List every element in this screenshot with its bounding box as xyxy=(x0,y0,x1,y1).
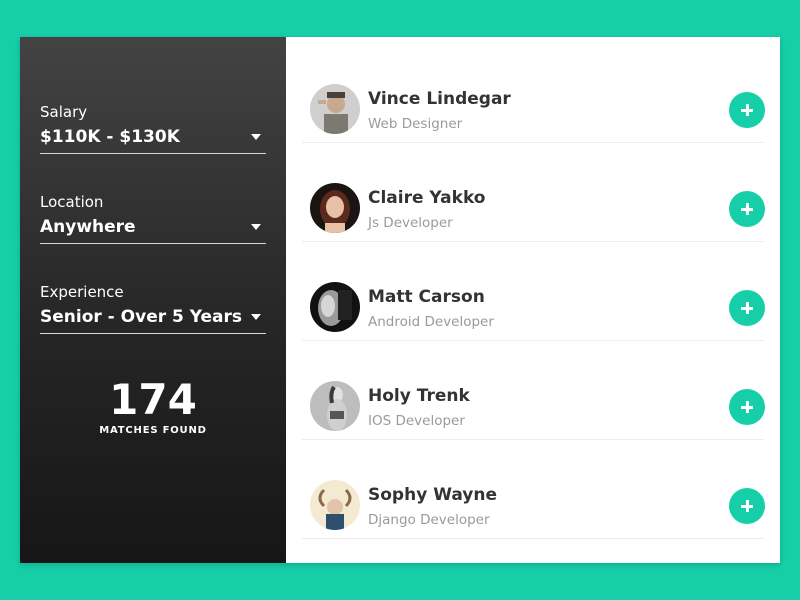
candidate-name[interactable]: Holy Trenk xyxy=(368,386,470,406)
avatar xyxy=(310,381,360,431)
location-value: Anywhere xyxy=(40,217,136,237)
candidate-name[interactable]: Sophy Wayne xyxy=(368,485,497,505)
candidate-role: Android Developer xyxy=(368,314,494,330)
match-summary: 174 MATCHES FOUND xyxy=(20,375,286,437)
candidate-row: Claire Yakko Js Developer xyxy=(302,143,765,242)
candidate-name[interactable]: Matt Carson xyxy=(368,287,485,307)
add-candidate-button[interactable] xyxy=(729,92,765,128)
candidate-role: Web Designer xyxy=(368,116,463,132)
candidate-row: Matt Carson Android Developer xyxy=(302,242,765,341)
salary-label: Salary xyxy=(40,103,88,121)
salary-filter: Salary $110K - $130K xyxy=(40,103,266,154)
match-count: 174 xyxy=(109,375,197,424)
avatar xyxy=(310,183,360,233)
salary-value: $110K - $130K xyxy=(40,127,180,147)
experience-label: Experience xyxy=(40,283,124,301)
candidate-row: Holy Trenk IOS Developer xyxy=(302,341,765,440)
salary-dropdown[interactable]: $110K - $130K xyxy=(40,127,266,154)
add-candidate-button[interactable] xyxy=(729,191,765,227)
location-filter: Location Anywhere xyxy=(40,193,266,244)
add-candidate-button[interactable] xyxy=(729,488,765,524)
avatar xyxy=(310,282,360,332)
filter-panel: Salary $110K - $130K Location Anywhere E… xyxy=(20,37,286,563)
experience-value: Senior - Over 5 Years xyxy=(40,307,243,327)
candidate-finder-card: Salary $110K - $130K Location Anywhere E… xyxy=(20,37,780,563)
candidate-row: Sophy Wayne Django Developer xyxy=(302,440,765,539)
candidate-role: Js Developer xyxy=(368,215,453,231)
experience-dropdown[interactable]: Senior - Over 5 Years xyxy=(40,307,266,334)
candidate-row: Vince Lindegar Web Designer xyxy=(302,44,765,143)
location-dropdown[interactable]: Anywhere xyxy=(40,217,266,244)
add-candidate-button[interactable] xyxy=(729,290,765,326)
caret-down-icon xyxy=(251,314,261,320)
location-label: Location xyxy=(40,193,104,211)
avatar xyxy=(310,480,360,530)
experience-filter: Experience Senior - Over 5 Years xyxy=(40,283,266,334)
candidate-role: Django Developer xyxy=(368,512,490,528)
caret-down-icon xyxy=(251,134,261,140)
caret-down-icon xyxy=(251,224,261,230)
match-count-label: MATCHES FOUND xyxy=(99,425,207,436)
candidate-name[interactable]: Vince Lindegar xyxy=(368,89,511,109)
candidate-list: Vince Lindegar Web Designer Claire Yakko… xyxy=(286,37,780,563)
add-candidate-button[interactable] xyxy=(729,389,765,425)
avatar xyxy=(310,84,360,134)
candidate-role: IOS Developer xyxy=(368,413,465,429)
candidate-name[interactable]: Claire Yakko xyxy=(368,188,486,208)
